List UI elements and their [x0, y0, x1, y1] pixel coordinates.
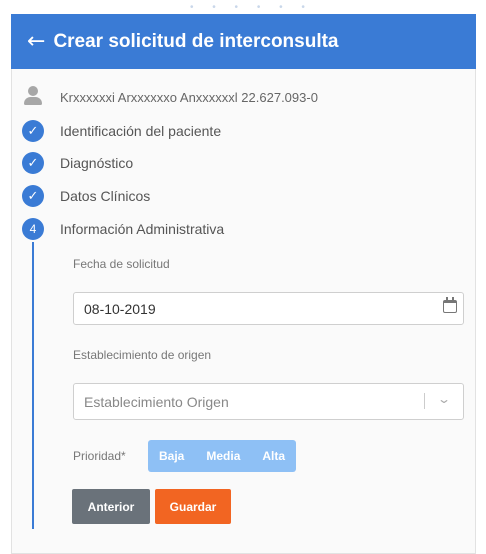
anterior-button[interactable]: Anterior: [72, 489, 150, 524]
prioridad-media-button[interactable]: Media: [195, 440, 251, 472]
step-label: Identificación del paciente: [60, 123, 222, 139]
arrow-left-icon[interactable]: ←: [27, 30, 45, 53]
fecha-value: 08-10-2019: [84, 300, 156, 317]
page-title: Crear solicitud de interconsulta: [53, 30, 339, 52]
check-icon: ✓: [22, 185, 44, 207]
fecha-label: Fecha de solicitud: [73, 257, 170, 271]
prioridad-label: Prioridad*: [73, 449, 126, 463]
fecha-input[interactable]: 08-10-2019: [73, 292, 464, 325]
prioridad-toggle-group: Baja Media Alta: [148, 440, 297, 472]
select-separator: [424, 393, 425, 409]
user-icon: [22, 86, 44, 108]
chevron-down-icon[interactable]: ⌄: [437, 392, 451, 406]
step-label: Información Administrativa: [60, 221, 225, 237]
check-icon: ✓: [22, 152, 44, 174]
step-connector-line: [32, 242, 34, 529]
page-header: ← Crear solicitud de interconsulta: [11, 14, 476, 69]
decorative-dots: • • • • • •: [190, 2, 313, 13]
step-label: Datos Clínicos: [60, 188, 151, 204]
origen-placeholder: Establecimiento Origen: [84, 393, 229, 410]
check-icon: ✓: [22, 120, 44, 142]
guardar-button[interactable]: Guardar: [155, 489, 231, 524]
patient-row: Krxxxxxxi Arxxxxxxo Anxxxxxxl 22.627.093…: [22, 86, 318, 108]
step-identificacion[interactable]: ✓ Identificación del paciente: [22, 120, 221, 142]
prioridad-baja-button[interactable]: Baja: [148, 440, 195, 472]
step-informacion-administrativa[interactable]: 4 Información Administrativa: [22, 218, 224, 240]
step-diagnostico[interactable]: ✓ Diagnóstico: [22, 152, 133, 174]
prioridad-alta-button[interactable]: Alta: [251, 440, 296, 472]
origen-select[interactable]: Establecimiento Origen ⌄: [73, 383, 464, 420]
origen-label: Establecimiento de origen: [73, 348, 212, 362]
patient-info: Krxxxxxxi Arxxxxxxo Anxxxxxxl 22.627.093…: [60, 89, 318, 105]
step-number-badge: 4: [22, 218, 44, 240]
step-label: Diagnóstico: [60, 155, 134, 171]
calendar-icon[interactable]: [443, 297, 457, 313]
step-datos-clinicos[interactable]: ✓ Datos Clínicos: [22, 185, 150, 207]
